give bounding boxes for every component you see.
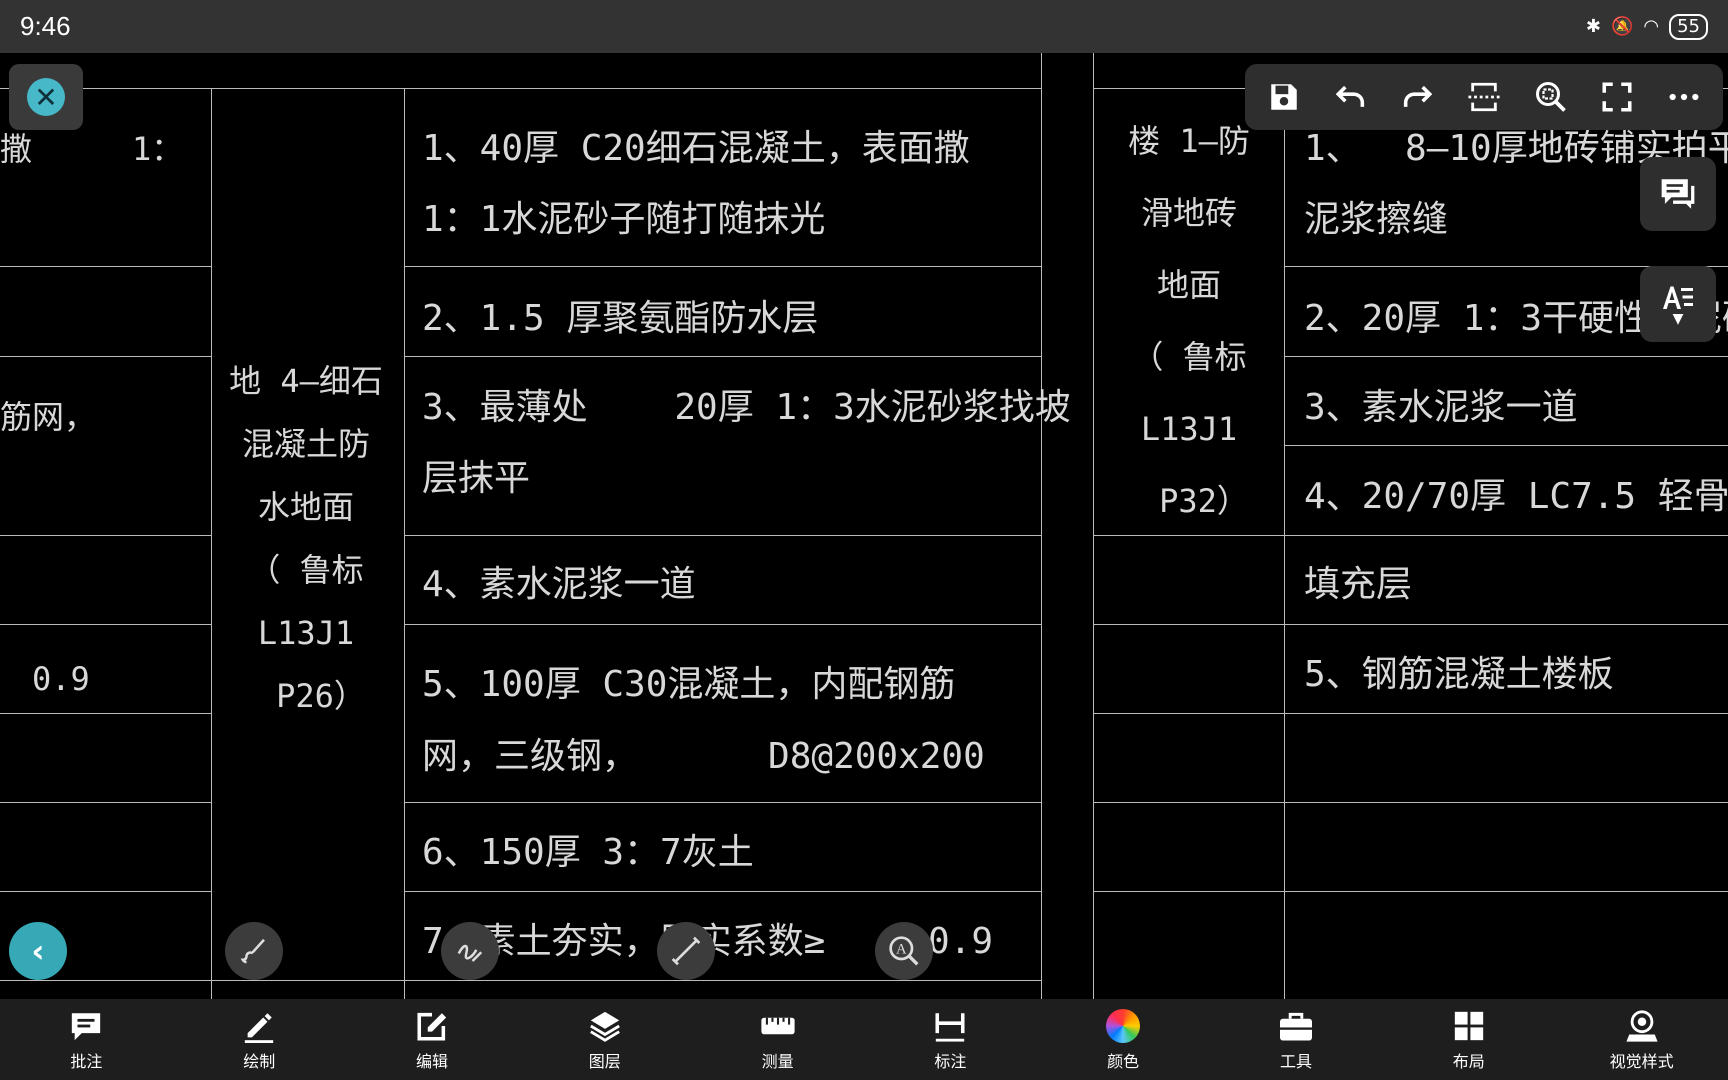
nav-label: 工具 xyxy=(1279,1051,1312,1071)
comment-list-button[interactable] xyxy=(1640,157,1716,231)
cad-text: 2、1.5 厚聚氨酯防水层 xyxy=(422,298,819,339)
cad-text: P26） xyxy=(276,677,366,715)
nav-edit[interactable]: 编辑 xyxy=(346,1008,519,1072)
nav-label: 颜色 xyxy=(1107,1051,1140,1071)
svg-text:A: A xyxy=(896,942,907,958)
cad-text: 0.9 xyxy=(32,660,90,698)
edit-icon xyxy=(414,1008,450,1044)
cad-text: 3、最薄处 20厚 1：3水泥砂浆找坡 xyxy=(422,387,1071,428)
comment-icon xyxy=(68,1008,104,1044)
zoom-extents-icon[interactable] xyxy=(1525,71,1577,123)
cad-text: 地面 xyxy=(1156,266,1221,304)
cad-text: （ 鲁标 xyxy=(248,551,364,589)
clock: 9:46 xyxy=(20,11,71,41)
cad-text: 1、40厚 C20细石混凝土，表面撒 xyxy=(422,128,970,169)
nav-tools[interactable]: 工具 xyxy=(1210,1008,1383,1072)
chat-icon xyxy=(1661,179,1695,209)
close-button[interactable]: ✕ xyxy=(9,64,83,130)
nav-layers[interactable]: 图层 xyxy=(518,1008,691,1072)
cad-text: 撒 xyxy=(0,130,33,168)
cad-text: 水地面 xyxy=(257,488,354,526)
cad-text: L13J1 xyxy=(1140,410,1238,448)
freehand-tool-button[interactable] xyxy=(441,922,499,980)
cad-text: 泥浆擦缝 xyxy=(1304,199,1449,240)
nav-label: 视觉样式 xyxy=(1609,1051,1674,1071)
visual-style-icon xyxy=(1624,1008,1660,1044)
nav-layout[interactable]: 布局 xyxy=(1382,1008,1555,1072)
undo-icon[interactable] xyxy=(1325,71,1377,123)
cad-text: 1： xyxy=(132,130,184,168)
layers-icon xyxy=(587,1008,623,1044)
cad-text: 1：1水泥砂子随打随抹光 xyxy=(422,199,826,240)
brush-icon xyxy=(240,938,265,964)
nav-label: 编辑 xyxy=(415,1051,448,1071)
chevron-left-icon: ‹ xyxy=(31,932,45,970)
cad-text: 筋网， xyxy=(0,398,97,436)
back-button[interactable]: ‹ xyxy=(9,922,67,980)
nav-dimension[interactable]: 标注 xyxy=(864,1008,1037,1072)
nav-measure[interactable]: 测量 xyxy=(691,1008,864,1072)
measure-tool-button[interactable] xyxy=(657,922,715,980)
redo-icon[interactable] xyxy=(1391,71,1443,123)
cad-text: （ 鲁标 xyxy=(1131,338,1247,376)
cad-text: 混凝土防 xyxy=(241,425,370,463)
nav-draw[interactable]: 绘制 xyxy=(173,1008,346,1072)
text-search-icon: A xyxy=(889,936,919,966)
cad-text: 楼 1—防 xyxy=(1128,122,1250,160)
text-search-button[interactable]: A xyxy=(875,922,933,980)
section-icon[interactable] xyxy=(1458,71,1510,123)
save-icon[interactable] xyxy=(1258,71,1310,123)
cad-text: L13J1 xyxy=(257,614,355,652)
text-format-icon xyxy=(1663,286,1693,309)
nav-label: 批注 xyxy=(70,1051,103,1071)
bluetooth-icon: ✱ xyxy=(1585,16,1601,37)
cad-text: 4、素水泥浆一道 xyxy=(422,564,696,605)
nav-label: 测量 xyxy=(761,1051,794,1071)
floor-type-name-right: 楼 1—防 滑地砖 地面 （ 鲁标 L13J1 P32） xyxy=(1100,125,1278,557)
dimension-icon xyxy=(932,1008,968,1044)
wifi-icon: ◠ xyxy=(1643,16,1660,37)
bottom-nav: 批注 绘制 编辑 图层 测量 标注 颜色 工具 布局 视觉样式 xyxy=(0,999,1728,1080)
nav-color[interactable]: 颜色 xyxy=(1037,1008,1210,1072)
cad-text: 0.9 xyxy=(928,921,994,962)
floor-type-name-left: 地 4—细石 混凝土防 水地面 （ 鲁标 L13J1 P26） xyxy=(221,365,391,743)
measure-line-icon xyxy=(671,936,701,966)
ruler-icon xyxy=(760,1008,796,1044)
cad-text: 层抹平 xyxy=(422,458,531,499)
chevron-down-icon: ▼ xyxy=(1672,311,1684,327)
nav-visual-style[interactable]: 视觉样式 xyxy=(1555,1008,1728,1072)
color-wheel-icon xyxy=(1105,1008,1141,1044)
layout-icon xyxy=(1451,1008,1487,1044)
cad-text: 网，三级钢， D8@200x200 xyxy=(422,736,985,777)
cad-text: 4、20/70厚 LC7.5 轻骨料 xyxy=(1304,476,1728,517)
nav-label: 绘制 xyxy=(243,1051,276,1071)
cad-text: 地 4—细石 xyxy=(229,362,383,400)
brush-tool-button[interactable] xyxy=(225,922,283,980)
cad-text: P32） xyxy=(1159,482,1249,520)
cad-text: 6、150厚 3：7灰土 xyxy=(422,832,754,873)
status-icons: ✱ 🔕 ◠ 55 xyxy=(1585,13,1708,40)
nav-label: 布局 xyxy=(1452,1051,1485,1071)
status-bar: 9:46 ✱ 🔕 ◠ 55 xyxy=(0,0,1728,53)
mute-icon: 🔕 xyxy=(1610,16,1634,37)
nav-comment[interactable]: 批注 xyxy=(0,1008,173,1072)
nav-label: 标注 xyxy=(934,1051,967,1071)
close-icon: ✕ xyxy=(27,78,65,116)
top-toolbar xyxy=(1245,64,1723,130)
cad-text: 5、100厚 C30混凝土，内配钢筋 xyxy=(422,664,956,705)
fullscreen-icon[interactable] xyxy=(1591,71,1643,123)
cad-text: 滑地砖 xyxy=(1140,194,1237,232)
toolbox-icon xyxy=(1278,1008,1314,1044)
nav-label: 图层 xyxy=(588,1051,621,1071)
freehand-icon xyxy=(457,944,483,962)
more-icon[interactable] xyxy=(1658,71,1710,123)
cad-text: 3、素水泥浆一道 （内掺 xyxy=(1304,387,1728,428)
cad-text: 5、钢筋混凝土楼板 xyxy=(1304,654,1614,695)
battery-icon: 55 xyxy=(1669,13,1708,40)
drawing-canvas[interactable]: 撒 1： 筋网， 0.9 地 4—细石 混凝土防 水地面 （ 鲁标 L13J1 … xyxy=(0,53,1728,999)
pencil-icon xyxy=(241,1008,277,1044)
cad-text: 填充层 xyxy=(1304,564,1413,605)
text-style-button[interactable]: ▼ xyxy=(1640,266,1716,342)
